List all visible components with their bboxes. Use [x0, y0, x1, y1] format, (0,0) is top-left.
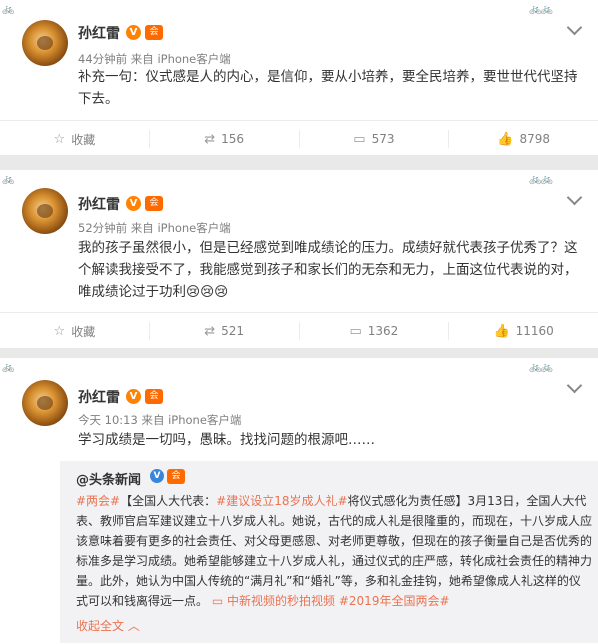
author-name[interactable]: 孙红雷	[78, 23, 120, 43]
chevron-down-icon[interactable]	[566, 19, 583, 36]
video-link[interactable]: ▭ 中新视频的秒拍视频	[212, 594, 335, 608]
author-name[interactable]: 孙红雷	[78, 387, 120, 407]
post-meta: 44分钟前 来自 iPhone客户端	[78, 52, 231, 66]
comment-icon: ▭	[353, 131, 366, 147]
weibo-post-3: 🚲 🚲🚲 孙红雷 V 会 今天 10:13 来自 iPhone客户端 学习成绩是…	[0, 358, 598, 644]
video-icon: ▭	[211, 594, 224, 608]
star-icon: ☆	[53, 323, 66, 339]
comment-icon: ▭	[349, 323, 362, 339]
topic-link[interactable]: #两会#	[76, 494, 120, 508]
like-button[interactable]: 👍 11160	[448, 322, 598, 340]
repost-card[interactable]: @头条新闻 V 会 #两会#【全国人大代表：#建议设立18岁成人礼#将仪式感化为…	[60, 461, 598, 643]
bike-decoration-icon: 🚲🚲	[529, 4, 553, 15]
action-bar: ☆ 收藏 ⇄ 156 ▭ 573 👍 8798	[0, 121, 598, 157]
avatar[interactable]	[22, 380, 68, 426]
weibo-post-1: 🚲 🚲🚲 孙红雷 V 会 44分钟前 来自 iPhone客户端 补充一句：仪式感…	[0, 0, 598, 155]
member-level-icon: 会	[145, 196, 163, 211]
repost-author[interactable]: @头条新闻	[76, 469, 141, 488]
verified-icon: V	[126, 25, 141, 40]
bike-decoration-icon: 🚲	[2, 4, 14, 15]
crying-emoji-icon: 😢😢😢	[186, 284, 229, 300]
topic-link[interactable]: #建议设立18岁成人礼#	[216, 494, 347, 508]
member-level-icon: 会	[145, 389, 163, 404]
star-icon: ☆	[53, 131, 66, 147]
bike-decoration-icon: 🚲	[2, 174, 14, 185]
chevron-down-icon[interactable]	[566, 189, 583, 206]
thumbs-up-icon: 👍	[497, 131, 514, 147]
repost-icon: ⇄	[204, 323, 216, 339]
action-bar: ☆ 收藏 ⇄ 521 ▭ 1362 👍 11160	[0, 313, 598, 349]
collapse-button[interactable]: 收起全文 ︿	[76, 617, 140, 634]
bike-decoration-icon: 🚲🚲	[529, 362, 553, 373]
verified-blue-icon: V	[150, 469, 164, 483]
topic-link[interactable]: #2019年全国两会#	[339, 594, 450, 608]
thumbs-up-icon: 👍	[493, 323, 510, 339]
bike-decoration-icon: 🚲	[2, 362, 14, 373]
weibo-post-2: 🚲 🚲🚲 孙红雷 V 会 52分钟前 来自 iPhone客户端 我的孩子虽然很小…	[0, 170, 598, 348]
post-text: 我的孩子虽然很小，但是已经感觉到唯成绩论的压力。成绩好就代表孩子优秀了？这个解读…	[78, 240, 578, 300]
author-name[interactable]: 孙红雷	[78, 194, 120, 214]
avatar[interactable]	[22, 188, 68, 234]
avatar[interactable]	[22, 20, 68, 66]
chevron-down-icon[interactable]	[566, 377, 583, 394]
repost-button[interactable]: ⇄ 156	[148, 130, 299, 148]
member-level-icon: 会	[145, 25, 163, 40]
post-text: 学习成绩是一切吗，愚昧。找找问题的根源吧……	[78, 432, 375, 448]
verified-icon: V	[126, 389, 141, 404]
repost-button[interactable]: ⇄ 521	[148, 322, 299, 340]
repost-text: #两会#【全国人大代表：#建议设立18岁成人礼#将仪式感化为责任感】3月13日，…	[76, 494, 593, 608]
verified-icon: V	[126, 196, 141, 211]
favorite-button[interactable]: ☆ 收藏	[0, 121, 149, 157]
comment-button[interactable]: ▭ 1362	[298, 322, 449, 340]
post-meta: 52分钟前 来自 iPhone客户端	[78, 221, 231, 235]
post-meta: 今天 10:13 来自 iPhone客户端	[78, 413, 242, 427]
like-button[interactable]: 👍 8798	[448, 130, 598, 148]
favorite-button[interactable]: ☆ 收藏	[0, 313, 149, 349]
comment-button[interactable]: ▭ 573	[298, 130, 449, 148]
post-text: 补充一句：仪式感是人的内心，是信仰，要从小培养，要全民培养，要世世代代坚持下去。	[78, 69, 578, 107]
member-level-icon: 会	[167, 469, 185, 484]
bike-decoration-icon: 🚲🚲	[529, 174, 553, 185]
repost-icon: ⇄	[204, 131, 216, 147]
